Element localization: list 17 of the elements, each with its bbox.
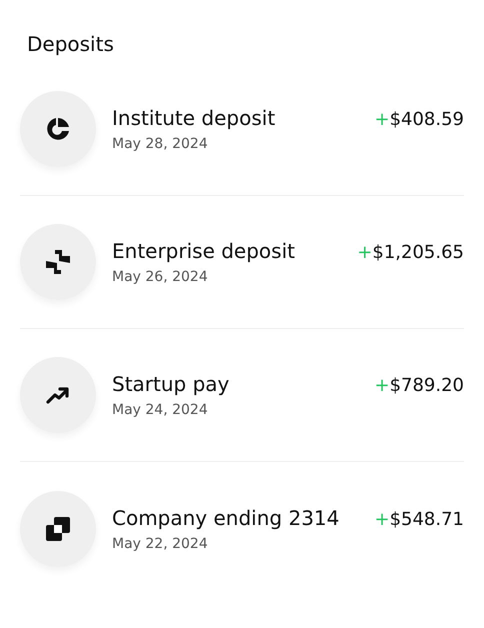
deposit-name: Company ending 2314 [112,504,340,532]
deposit-date: May 22, 2024 [112,534,209,554]
section-title: Deposits [27,31,115,58]
deposit-amount: +$408.59 [374,108,464,132]
trend-up-icon [46,385,70,405]
blocks-icon [46,250,70,274]
squares-icon [46,516,70,540]
deposit-name: Enterprise deposit [112,238,295,265]
deposit-amount: +$1,205.65 [357,241,464,265]
deposit-amount: +$548.71 [374,508,464,532]
deposit-date: May 28, 2024 [112,135,209,154]
deposit-date: May 24, 2024 [112,401,209,420]
deposit-date: May 26, 2024 [112,268,209,287]
deposit-name: Startup pay [112,371,230,398]
deposit-amount: +$789.20 [374,374,464,398]
deposit-name: Institute deposit [112,105,276,132]
ring-icon [46,117,70,141]
